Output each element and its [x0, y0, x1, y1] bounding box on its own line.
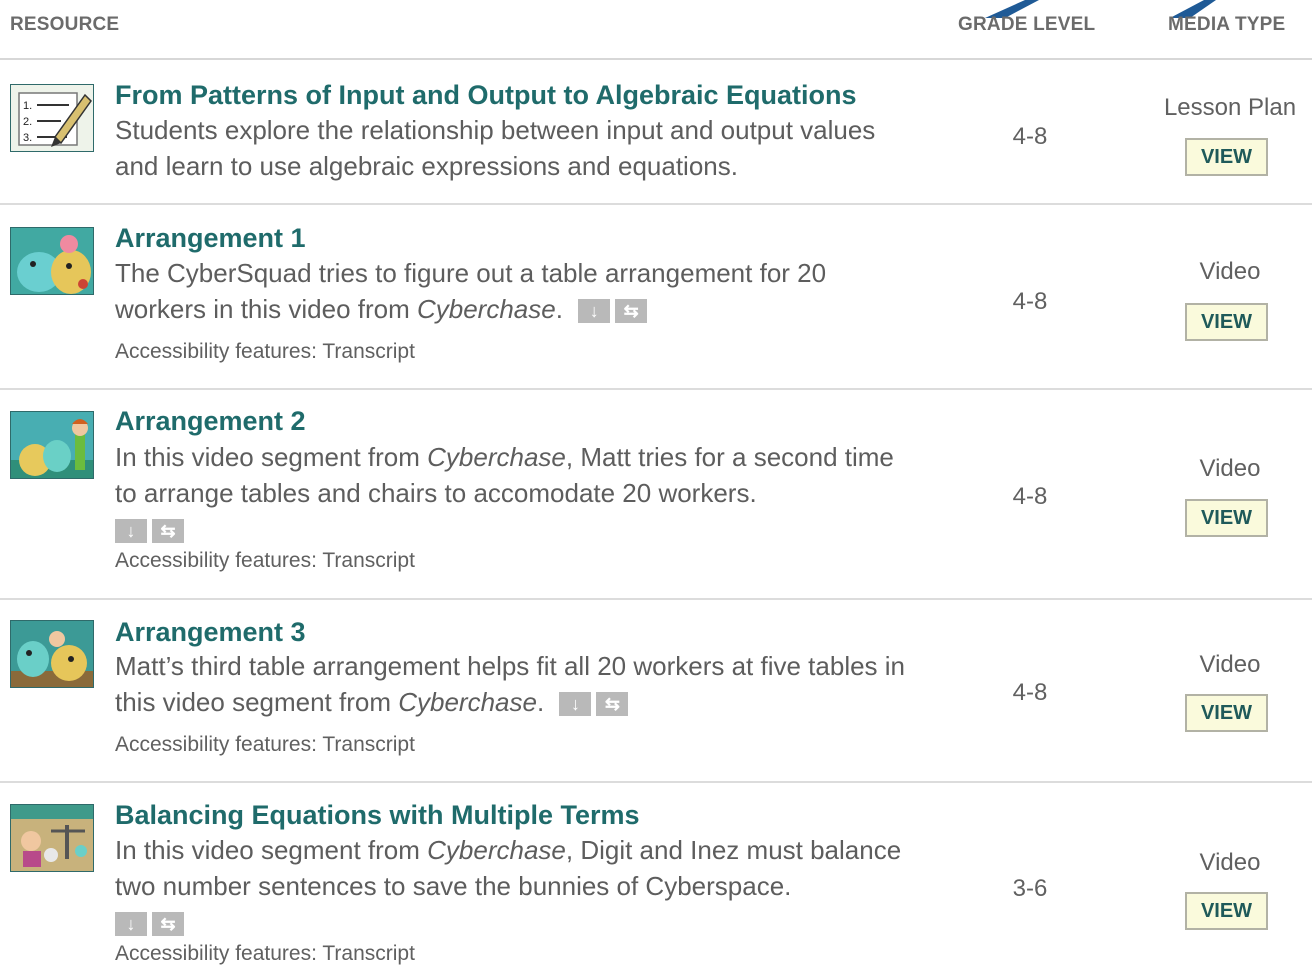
resource-description: Matt’s third table arrangement helps fit…: [115, 651, 906, 717]
resource-description: In this video segment from Cyberchase, D…: [115, 835, 902, 937]
video-thumbnail[interactable]: [10, 804, 94, 872]
share-icon[interactable]: ⇆: [596, 692, 629, 717]
grade-level-value: 4-8: [1012, 679, 1048, 706]
accessibility-features: Accessibility features: Transcript: [115, 549, 415, 572]
table-row: Arrangement 3 Matt’s third table arrange…: [0, 600, 1312, 783]
video-thumbnail[interactable]: [10, 620, 94, 688]
resource-title-link[interactable]: Arrangement 3: [115, 617, 306, 648]
share-icon[interactable]: ⇆: [152, 519, 184, 544]
media-type-value: Video: [1199, 258, 1261, 285]
share-icon[interactable]: ⇆: [152, 912, 184, 937]
download-icon[interactable]: ↓: [559, 692, 592, 717]
column-header-grade-level[interactable]: GRADE LEVEL: [958, 14, 1095, 36]
accessibility-features: Accessibility features: Transcript: [115, 733, 415, 756]
resource-title-link[interactable]: From Patterns of Input and Output to Alg…: [115, 80, 857, 111]
download-icon[interactable]: ↓: [115, 912, 147, 937]
view-button[interactable]: VIEW: [1185, 892, 1268, 930]
resource-title-link[interactable]: Arrangement 1: [115, 223, 306, 254]
resource-title-link[interactable]: Arrangement 2: [115, 406, 306, 437]
video-thumbnail[interactable]: [10, 411, 94, 479]
media-type-value: Video: [1199, 849, 1261, 876]
svg-text:1.: 1.: [23, 100, 32, 112]
media-type-value: Lesson Plan: [1163, 94, 1297, 121]
column-header-media-type[interactable]: MEDIA TYPE: [1168, 14, 1285, 36]
resource-description: Students explore the relationship betwee…: [115, 115, 876, 181]
resource-description: In this video segment from Cyberchase, M…: [115, 442, 894, 544]
accessibility-features: Accessibility features: Transcript: [115, 340, 415, 363]
media-type-value: Video: [1199, 651, 1261, 678]
table-row: Balancing Equations with Multiple Terms …: [0, 783, 1312, 969]
view-button[interactable]: VIEW: [1185, 499, 1268, 537]
view-button[interactable]: VIEW: [1185, 138, 1268, 176]
view-button[interactable]: VIEW: [1185, 694, 1268, 732]
grade-level-value: 4-8: [1012, 123, 1048, 150]
download-icon[interactable]: ↓: [578, 299, 611, 324]
video-thumbnail[interactable]: [10, 227, 94, 295]
media-type-value: Video: [1199, 455, 1261, 482]
grade-level-value: 3-6: [1012, 875, 1048, 902]
view-button[interactable]: VIEW: [1185, 303, 1268, 341]
grade-level-value: 4-8: [1012, 483, 1048, 510]
download-icon[interactable]: ↓: [115, 519, 147, 544]
table-header: RESOURCE GRADE LEVEL MEDIA TYPE: [0, 0, 1312, 60]
share-icon[interactable]: ⇆: [615, 299, 648, 324]
table-row: Arrangement 2 In this video segment from…: [0, 390, 1312, 600]
column-header-resource[interactable]: RESOURCE: [10, 14, 119, 36]
table-row: Arrangement 1 The CyberSquad tries to fi…: [0, 205, 1312, 390]
table-row: 1. 2. 3. From Patterns of Input and Outp…: [0, 60, 1312, 205]
resource-title-link[interactable]: Balancing Equations with Multiple Terms: [115, 800, 640, 831]
grade-level-value: 4-8: [1012, 288, 1048, 315]
lesson-plan-list-icon[interactable]: 1. 2. 3.: [10, 84, 94, 152]
svg-text:3.: 3.: [23, 132, 32, 144]
resource-description: The CyberSquad tries to figure out a tab…: [115, 258, 827, 324]
accessibility-features: Accessibility features: Transcript: [115, 942, 415, 965]
svg-text:2.: 2.: [23, 116, 32, 128]
